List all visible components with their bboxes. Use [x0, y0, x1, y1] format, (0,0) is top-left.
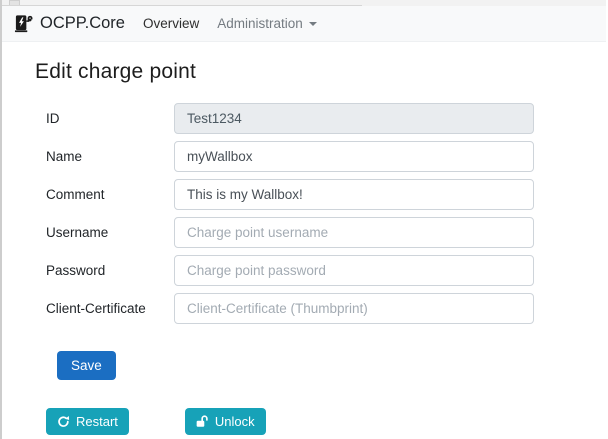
page-title: Edit charge point: [35, 60, 606, 84]
unlock-button-label: Unlock: [215, 414, 255, 429]
save-button[interactable]: Save: [57, 351, 116, 380]
nav-link-overview[interactable]: Overview: [143, 16, 199, 31]
form-row-id: ID: [46, 103, 606, 134]
main-content: Edit charge point ID Name Comment Userna…: [2, 42, 606, 435]
form-row-name: Name: [46, 141, 606, 172]
name-label: Name: [46, 149, 174, 164]
navbar: OCPP.Core Overview Administration: [2, 6, 606, 42]
edit-charge-point-form: ID Name Comment Username Password Client: [35, 103, 606, 380]
chevron-down-icon: [309, 22, 317, 26]
form-row-client-certificate: Client-Certificate: [46, 293, 606, 324]
app-window: OCPP.Core Overview Administration Edit c…: [0, 0, 606, 439]
nav-link-overview-label: Overview: [143, 16, 199, 31]
nav-link-administration-label: Administration: [217, 16, 303, 31]
browser-chrome-strip: [2, 0, 606, 6]
form-row-comment: Comment: [46, 179, 606, 210]
brand-label: OCPP.Core: [40, 14, 125, 33]
client-certificate-label: Client-Certificate: [46, 301, 174, 316]
device-actions: Restart Unlock: [35, 408, 606, 435]
password-label: Password: [46, 263, 174, 278]
brand-link[interactable]: OCPP.Core: [14, 14, 125, 33]
username-label: Username: [46, 225, 174, 240]
id-label: ID: [46, 111, 174, 126]
nav-link-administration[interactable]: Administration: [217, 16, 317, 31]
chrome-divider: [2, 5, 362, 6]
client-certificate-field[interactable]: [174, 293, 534, 324]
open-padlock-icon: [196, 415, 209, 428]
name-field[interactable]: [174, 141, 534, 172]
restart-button[interactable]: Restart: [46, 408, 129, 435]
form-row-password: Password: [46, 255, 606, 286]
rotate-arrow-icon: [57, 415, 70, 428]
ev-charging-station-icon: [14, 14, 33, 33]
restart-button-label: Restart: [76, 414, 118, 429]
username-field[interactable]: [174, 217, 534, 248]
save-button-label: Save: [71, 358, 102, 373]
form-row-username: Username: [46, 217, 606, 248]
id-field: [174, 103, 534, 134]
password-field[interactable]: [174, 255, 534, 286]
unlock-button[interactable]: Unlock: [185, 408, 266, 435]
comment-field[interactable]: [174, 179, 534, 210]
comment-label: Comment: [46, 187, 174, 202]
